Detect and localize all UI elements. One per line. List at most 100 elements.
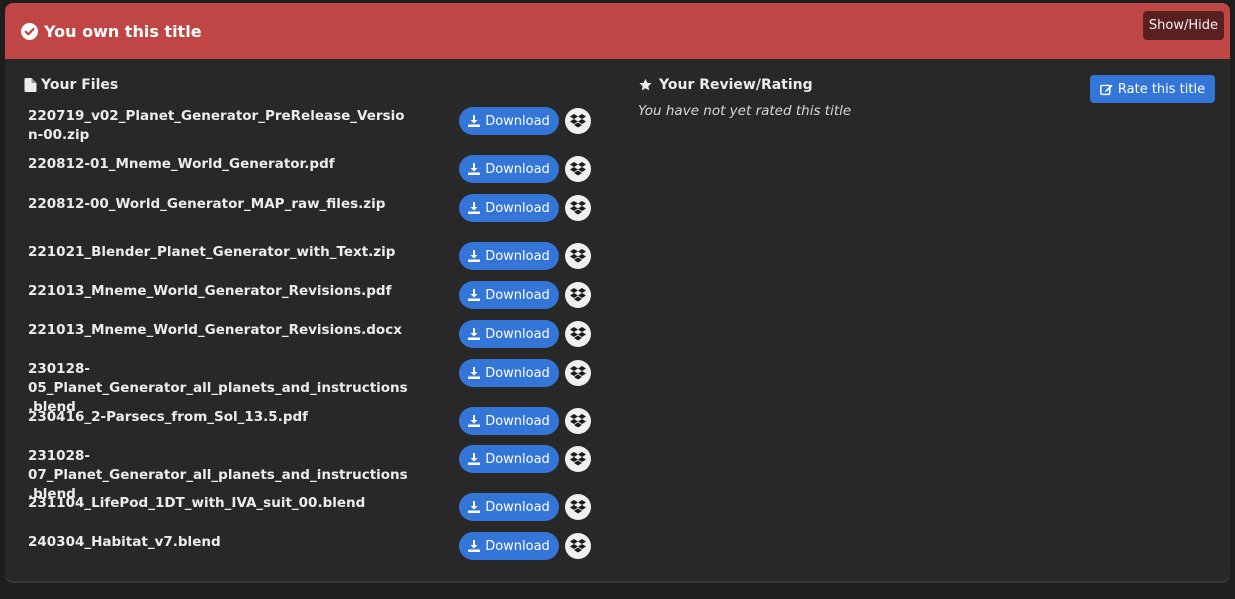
file-actions: Download <box>459 445 591 473</box>
no-rating-text: You have not yet rated this title <box>638 103 852 119</box>
file-row: 230416_2-Parsecs_from_Sol_13.5.pdf Downlo… <box>28 407 598 435</box>
download-button[interactable]: Download <box>459 532 559 560</box>
file-name: 221021_Blender_Planet_Generator_with_Tex… <box>28 244 396 260</box>
dropbox-button[interactable] <box>565 195 591 221</box>
download-icon <box>468 453 481 465</box>
download-icon <box>468 202 481 214</box>
download-icon <box>468 540 481 552</box>
files-title-label: Your Files <box>41 77 119 93</box>
file-list: 220719_v02_Planet_Generator_PreRelease_V… <box>28 107 598 567</box>
file-name: 221013_Mneme_World_Generator_Revisions.p… <box>28 283 392 299</box>
show-hide-button[interactable]: Show/Hide <box>1142 11 1224 40</box>
ownership-title: You own this title <box>44 21 202 41</box>
file-row: 220812-01_Mneme_World_Generator.pdf Downl… <box>28 155 598 183</box>
download-label: Download <box>485 326 550 342</box>
file-actions: Download <box>459 359 591 387</box>
download-icon <box>468 415 481 427</box>
download-button[interactable]: Download <box>459 445 559 473</box>
file-actions: Download <box>459 194 591 222</box>
download-label: Download <box>485 413 550 429</box>
dropbox-icon <box>570 249 586 263</box>
file-row: 220812-00_World_Generator_MAP_raw_files.… <box>28 194 598 222</box>
download-icon <box>468 115 481 127</box>
ownership-banner: You own this title <box>21 22 202 41</box>
file-actions: Download <box>459 107 591 135</box>
download-icon <box>468 501 481 513</box>
file-actions: Download <box>459 532 591 560</box>
file-row: 240304_Habitat_v7.blend Download <box>28 532 598 560</box>
ownership-header: You own this title Show/Hide <box>5 3 1230 59</box>
file-name: 240304_Habitat_v7.blend <box>28 534 221 550</box>
edit-icon <box>1099 84 1113 95</box>
rate-title-label: Rate this title <box>1117 81 1206 97</box>
file-actions: Download <box>459 242 591 270</box>
dropbox-button[interactable] <box>565 494 591 520</box>
dropbox-icon <box>570 452 586 466</box>
download-icon <box>468 367 481 379</box>
download-icon <box>468 163 481 175</box>
download-icon <box>468 250 481 262</box>
file-actions: Download <box>459 155 591 183</box>
download-label: Download <box>485 451 550 467</box>
download-button[interactable]: Download <box>459 359 559 387</box>
file-name: 220812-00_World_Generator_MAP_raw_files.… <box>28 196 386 212</box>
dropbox-icon <box>570 414 586 428</box>
file-name: 220719_v02_Planet_Generator_PreRelease_V… <box>28 108 405 143</box>
download-label: Download <box>485 200 550 216</box>
dropbox-button[interactable] <box>565 243 591 269</box>
file-actions: Download <box>459 320 591 348</box>
file-icon <box>24 78 37 92</box>
dropbox-icon <box>570 162 586 176</box>
download-label: Download <box>485 538 550 554</box>
dropbox-button[interactable] <box>565 321 591 347</box>
file-row: 231104_LifePod_1DT_with_IVA_suit_00.blen… <box>28 493 598 521</box>
file-name: 231104_LifePod_1DT_with_IVA_suit_00.blen… <box>28 495 366 511</box>
download-label: Download <box>485 113 550 129</box>
download-label: Download <box>485 248 550 264</box>
file-actions: Download <box>459 281 591 309</box>
file-name: 220812-01_Mneme_World_Generator.pdf <box>28 156 335 172</box>
download-button[interactable]: Download <box>459 242 559 270</box>
dropbox-button[interactable] <box>565 533 591 559</box>
dropbox-button[interactable] <box>565 108 591 134</box>
download-button[interactable]: Download <box>459 407 559 435</box>
review-section-title: Your Review/Rating <box>638 77 813 93</box>
file-name: 221013_Mneme_World_Generator_Revisions.d… <box>28 322 402 338</box>
dropbox-button[interactable] <box>565 282 591 308</box>
dropbox-button[interactable] <box>565 446 591 472</box>
dropbox-icon <box>570 201 586 215</box>
download-button[interactable]: Download <box>459 107 559 135</box>
dropbox-icon <box>570 539 586 553</box>
file-actions: Download <box>459 493 591 521</box>
file-actions: Download <box>459 407 591 435</box>
download-label: Download <box>485 287 550 303</box>
owned-title-panel: You own this title Show/Hide Your Files … <box>5 3 1230 581</box>
download-label: Download <box>485 161 550 177</box>
download-button[interactable]: Download <box>459 194 559 222</box>
download-icon <box>468 328 481 340</box>
download-icon <box>468 289 481 301</box>
dropbox-icon <box>570 288 586 302</box>
dropbox-button[interactable] <box>565 360 591 386</box>
file-row: 221013_Mneme_World_Generator_Revisions.p… <box>28 281 598 309</box>
download-button[interactable]: Download <box>459 320 559 348</box>
file-row: 221013_Mneme_World_Generator_Revisions.d… <box>28 320 598 348</box>
dropbox-icon <box>570 366 586 380</box>
download-button[interactable]: Download <box>459 493 559 521</box>
dropbox-button[interactable] <box>565 408 591 434</box>
download-label: Download <box>485 365 550 381</box>
file-name: 230416_2-Parsecs_from_Sol_13.5.pdf <box>28 409 309 425</box>
dropbox-icon <box>570 500 586 514</box>
file-row: 221021_Blender_Planet_Generator_with_Tex… <box>28 242 598 270</box>
file-row: 220719_v02_Planet_Generator_PreRelease_V… <box>28 107 598 145</box>
dropbox-icon <box>570 327 586 341</box>
files-section-title: Your Files <box>24 77 118 93</box>
check-circle-icon <box>21 22 38 40</box>
dropbox-icon <box>570 114 586 128</box>
download-button[interactable]: Download <box>459 281 559 309</box>
dropbox-button[interactable] <box>565 156 591 182</box>
download-label: Download <box>485 499 550 515</box>
rate-title-button[interactable]: Rate this title <box>1090 75 1215 103</box>
review-title-label: Your Review/Rating <box>659 77 813 93</box>
download-button[interactable]: Download <box>459 155 559 183</box>
